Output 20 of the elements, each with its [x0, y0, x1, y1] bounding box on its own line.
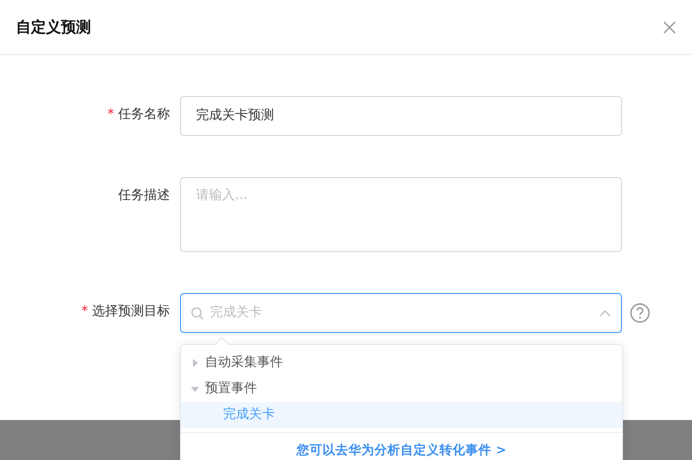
help-icon[interactable]	[630, 303, 650, 323]
field-label: 任务描述	[118, 188, 170, 203]
search-input[interactable]: 完成关卡	[210, 303, 593, 323]
text-field[interactable]: 完成关卡预测	[180, 96, 622, 136]
required-mark: *	[82, 304, 88, 319]
close-icon[interactable]	[663, 20, 676, 34]
caret-right-icon	[191, 359, 199, 367]
dialog-title: 自定义预测	[16, 16, 91, 38]
select-field[interactable]: 完成关卡	[180, 293, 622, 333]
textarea-field[interactable]: 请输入...	[180, 177, 622, 252]
search-icon	[191, 306, 204, 320]
field-label: 选择预测目标	[92, 304, 170, 319]
required-mark: *	[108, 107, 114, 122]
textarea-input[interactable]: 请输入...	[196, 186, 606, 243]
caret-up-icon	[599, 310, 611, 316]
field-label: 任务名称	[118, 107, 170, 122]
text-input[interactable]: 完成关卡预测	[196, 106, 606, 126]
tree-item[interactable]: 预置事件	[181, 376, 622, 402]
caret-down-icon	[191, 385, 199, 393]
tree-item[interactable]: 自动采集事件	[181, 350, 622, 376]
